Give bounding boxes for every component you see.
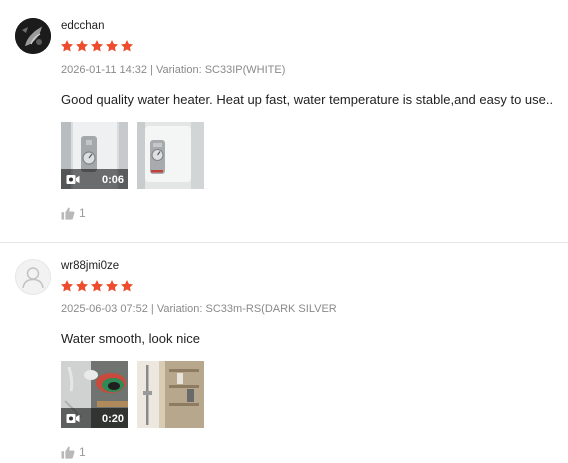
star-icon xyxy=(60,279,74,293)
review-text: Water smooth, look nice xyxy=(61,331,200,346)
star-rating xyxy=(60,39,134,53)
bathroom-photo xyxy=(137,361,204,428)
image-thumbnail[interactable] xyxy=(137,361,204,428)
review-media: 0:06 xyxy=(61,122,204,189)
review-item: edcchan 2026-01-11 14:32 | Variation: SC… xyxy=(0,0,568,242)
like-button[interactable]: 1 xyxy=(61,445,86,459)
star-icon xyxy=(75,39,89,53)
star-icon xyxy=(120,279,134,293)
video-thumbnail[interactable]: 0:20 xyxy=(61,361,128,428)
review-meta: 2026-01-11 14:32 | Variation: SC33IP(WHI… xyxy=(61,64,286,76)
avatar-image xyxy=(15,18,51,54)
avatar[interactable] xyxy=(15,18,51,54)
review-media: 0:20 xyxy=(61,361,204,428)
star-icon xyxy=(105,39,119,53)
username[interactable]: wr88jmi0ze xyxy=(61,260,119,272)
review-meta: 2025-06-03 07:52 | Variation: SC33m-RS(D… xyxy=(61,303,337,315)
star-rating xyxy=(60,279,134,293)
star-icon xyxy=(60,39,74,53)
video-thumbnail[interactable]: 0:06 xyxy=(61,122,128,189)
image-thumbnail[interactable] xyxy=(137,122,204,189)
star-icon xyxy=(90,279,104,293)
star-icon xyxy=(75,279,89,293)
thumbs-up-icon xyxy=(61,207,75,220)
star-icon xyxy=(90,39,104,53)
avatar[interactable] xyxy=(15,259,51,295)
like-count: 1 xyxy=(79,445,86,459)
like-count: 1 xyxy=(79,206,86,220)
video-duration: 0:06 xyxy=(101,174,124,186)
review-item: wr88jmi0ze 2025-06-03 07:52 | Variation:… xyxy=(0,242,568,463)
thumbs-up-icon xyxy=(61,446,75,459)
star-icon xyxy=(120,39,134,53)
water-heater-photo xyxy=(137,122,204,189)
like-button[interactable]: 1 xyxy=(61,206,86,220)
video-camera-icon xyxy=(66,413,80,424)
video-camera-icon xyxy=(66,174,80,185)
default-user-icon xyxy=(16,260,50,294)
star-icon xyxy=(105,279,119,293)
review-text: Good quality water heater. Heat up fast,… xyxy=(61,92,554,107)
username[interactable]: edcchan xyxy=(61,20,104,32)
video-duration: 0:20 xyxy=(101,413,124,425)
